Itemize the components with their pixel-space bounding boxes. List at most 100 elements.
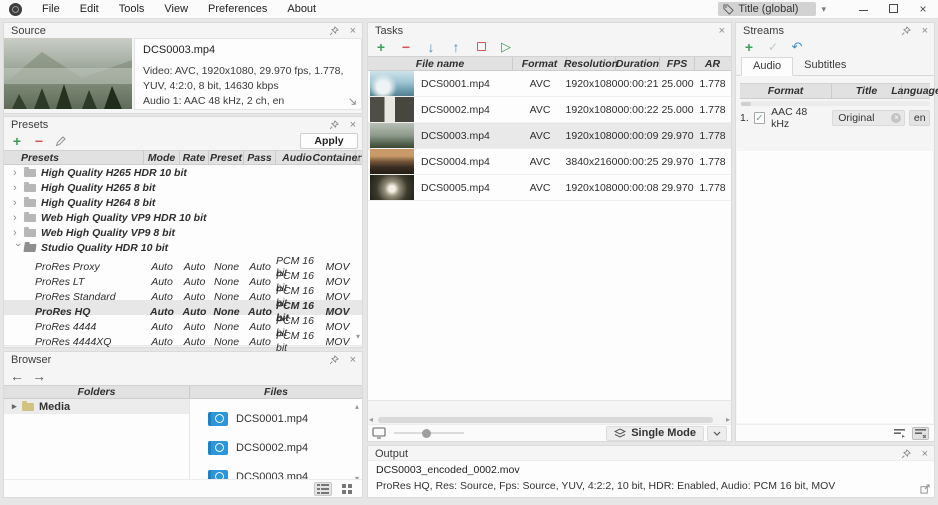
preset-rate: Auto [183, 336, 206, 348]
preset-group-row[interactable]: › Web High Quality VP9 8 bit [4, 225, 362, 240]
preset-preset: None [213, 276, 240, 288]
pin-icon[interactable] [901, 25, 911, 36]
expand-corner-icon[interactable] [348, 97, 357, 106]
task-row[interactable]: DCS0004.mp4 AVC 3840x2160 00:00:25 29.97… [368, 149, 731, 175]
menu-file[interactable]: File [32, 3, 70, 15]
preset-group-row[interactable]: › Web High Quality VP9 HDR 10 bit [4, 210, 362, 225]
menu-edit[interactable]: Edit [70, 3, 109, 15]
tab-subtitles[interactable]: Subtitles [793, 57, 857, 75]
preset-group-row-expanded[interactable]: › Studio Quality HDR 10 bit [4, 240, 362, 255]
title-global-label: Title (global) [738, 3, 799, 15]
add-stream-button[interactable]: + [740, 39, 758, 54]
stop-button[interactable] [472, 39, 490, 54]
window-close-button[interactable]: × [908, 2, 938, 16]
close-icon[interactable]: × [350, 119, 356, 130]
pin-icon[interactable] [901, 448, 911, 459]
preset-group-row[interactable]: › High Quality H265 8 bit [4, 180, 362, 195]
menu-tools[interactable]: Tools [109, 3, 155, 15]
close-icon[interactable]: × [922, 448, 928, 459]
move-down-button[interactable]: ↓ [422, 39, 440, 54]
preset-row[interactable]: ProRes Proxy Auto Auto None Auto PCM 16 … [4, 255, 362, 279]
tab-audio[interactable]: Audio [741, 57, 794, 76]
preset-group-row[interactable]: › High Quality H265 HDR 10 bit [4, 165, 362, 180]
back-button[interactable]: ← [8, 368, 26, 383]
move-up-button[interactable]: ↑ [447, 39, 465, 54]
lines-arrow-icon [894, 428, 905, 438]
panel-title: Output [375, 447, 409, 460]
scroll-left-icon[interactable]: ◂ [369, 416, 373, 424]
task-resolution: 1920x1080 [565, 181, 618, 194]
task-row-selected[interactable]: DCS0003.mp4 AVC 1920x1080 00:00:09 29.97… [368, 123, 731, 149]
window-minimize-button[interactable] [848, 2, 878, 16]
add-preset-button[interactable]: + [8, 133, 26, 148]
preset-group-name: High Quality H264 8 bit [41, 196, 156, 209]
chevron-right-icon[interactable]: › [13, 167, 23, 179]
remove-task-button[interactable]: − [397, 39, 415, 54]
panel-layout-toggle-button[interactable] [891, 427, 908, 440]
edit-preset-button[interactable] [52, 133, 70, 148]
file-row[interactable]: DCS0002.mp4 [190, 433, 362, 462]
title-global-field[interactable]: Title (global) [718, 2, 817, 16]
tree-arrow-icon[interactable]: ▸ [12, 401, 21, 412]
panel-layout-toggle-button-active[interactable] [912, 426, 929, 440]
mode-dropdown-button[interactable] [707, 425, 727, 441]
chevron-right-icon[interactable]: › [13, 227, 23, 239]
single-mode-button[interactable]: Single Mode [606, 425, 704, 441]
add-task-button[interactable]: + [372, 39, 390, 54]
remove-preset-button[interactable]: − [30, 133, 48, 148]
source-thumbnail[interactable] [4, 38, 132, 109]
close-icon[interactable]: × [922, 25, 928, 36]
clear-text-icon[interactable]: × [891, 113, 902, 123]
task-row[interactable]: DCS0002.mp4 AVC 1920x1080 00:00:22 25.00… [368, 97, 731, 123]
close-icon[interactable]: × [719, 25, 725, 36]
forward-button[interactable]: → [30, 368, 48, 383]
start-encoding-button[interactable]: ▷ [497, 39, 515, 54]
stream-title-input[interactable]: Original × [832, 110, 906, 126]
horizontal-scrollbar[interactable]: ◂ ▸ [368, 415, 731, 424]
folder-row-media[interactable]: ▸ Media [4, 399, 189, 414]
apply-streams-button[interactable]: ✓ [764, 39, 782, 54]
title-global-dropdown-icon[interactable]: ▾ [821, 4, 826, 15]
stream-row[interactable]: 1. ✓ AAC 48 kHz Original × en [736, 106, 934, 130]
apply-button[interactable]: Apply [300, 133, 358, 149]
menu-about[interactable]: About [277, 3, 326, 15]
task-format: AVC [529, 181, 551, 194]
pin-icon[interactable] [329, 354, 339, 365]
scroll-up-icon[interactable]: ▴ [355, 403, 359, 411]
pin-icon[interactable] [329, 25, 339, 36]
folder-icon [22, 400, 34, 411]
list-view-button[interactable] [314, 481, 332, 496]
undo-icon[interactable]: ↶ [788, 39, 806, 54]
streams-horizontal-scrollbar[interactable] [740, 101, 930, 106]
scroll-right-icon[interactable]: ▸ [726, 416, 730, 424]
file-row[interactable]: DCS0001.mp4 [190, 404, 362, 433]
chevron-right-icon[interactable]: › [13, 182, 23, 194]
folder-icon [24, 211, 36, 222]
chevron-down-icon[interactable]: › [12, 243, 24, 253]
grid-view-button[interactable] [338, 482, 356, 496]
scrollbar-thumb[interactable] [378, 416, 713, 423]
menu-preferences[interactable]: Preferences [198, 3, 277, 15]
task-fps: 29.970 [661, 155, 694, 168]
pin-icon[interactable] [329, 119, 339, 130]
task-row[interactable]: DCS0005.mp4 AVC 1920x1080 00:00:08 29.97… [368, 175, 731, 201]
stop-icon [476, 42, 486, 51]
stream-checkbox[interactable]: ✓ [753, 112, 766, 124]
monitor-icon[interactable] [372, 427, 386, 439]
window-maximize-button[interactable] [878, 2, 908, 16]
scroll-down-icon[interactable]: ▾ [356, 333, 360, 341]
chevron-right-icon[interactable]: › [13, 197, 23, 209]
open-external-icon[interactable] [920, 484, 930, 494]
task-row[interactable]: DCS0001.mp4 AVC 1920x1080 00:00:21 25.00… [368, 71, 731, 97]
thumbnail-size-slider[interactable] [394, 428, 464, 438]
stream-language-button[interactable]: en [909, 110, 931, 126]
slider-knob[interactable] [422, 428, 431, 438]
close-icon[interactable]: × [350, 354, 356, 365]
preset-group-row[interactable]: › High Quality H264 8 bit [4, 195, 362, 210]
scroll-up-icon[interactable]: ▴ [356, 155, 360, 163]
preset-name: ProRes Proxy [35, 261, 100, 273]
close-icon[interactable]: × [350, 25, 356, 36]
task-resolution: 1920x1080 [565, 103, 618, 116]
chevron-right-icon[interactable]: › [13, 212, 23, 224]
menu-view[interactable]: View [154, 3, 198, 15]
